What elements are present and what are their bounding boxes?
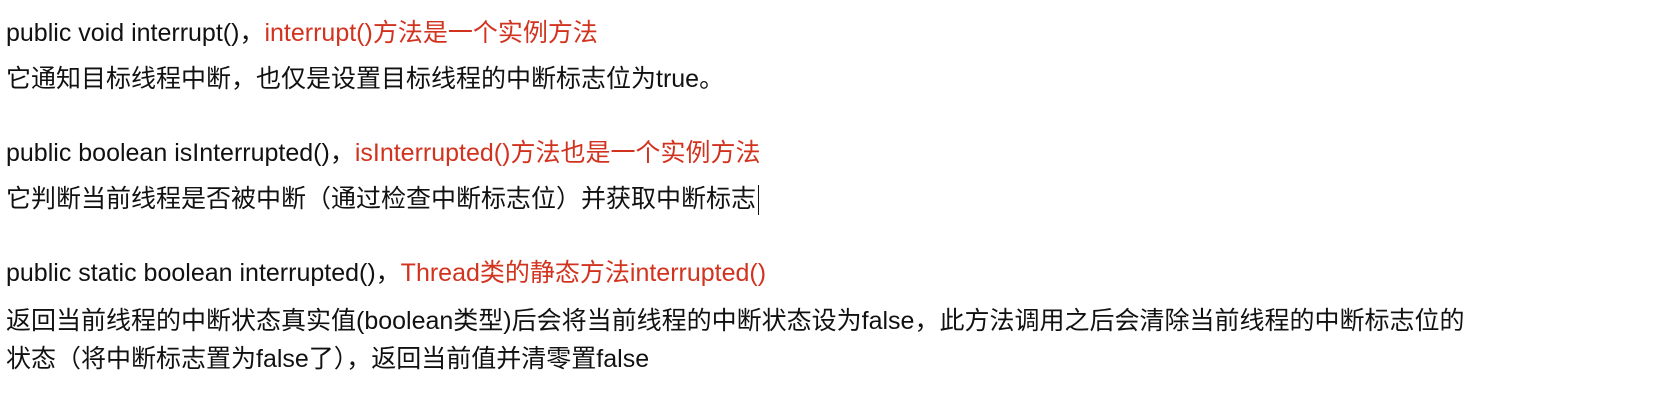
isinterrupted-description-row[interactable]: 它判断当前线程是否被中断（通过检查中断标志位）并获取中断标志 (6, 184, 760, 216)
interrupted-separator: ， (375, 259, 401, 287)
isinterrupted-heading: public boolean isInterrupted()，isInterru… (6, 138, 760, 168)
isinterrupted-note: isInterrupted()方法也是一个实例方法 (354, 139, 761, 167)
interrupt-note: interrupt()方法是一个实例方法 (264, 19, 598, 47)
interrupted-note: Thread类的静态方法interrupted() (400, 259, 767, 287)
interrupted-description-line-2: 状态（将中断标志置为false了），返回当前值并清零置false (6, 345, 650, 373)
interrupt-heading: public void interrupt()，interrupt()方法是一个… (6, 18, 598, 48)
interrupted-description-line-1: 返回当前线程的中断状态真实值(boolean类型)后会将当前线程的中断状态设为f… (6, 307, 1465, 335)
interrupt-separator: ， (239, 19, 265, 47)
interrupt-description: 它通知目标线程中断，也仅是设置目标线程的中断标志位为true。 (6, 65, 725, 93)
interrupted-signature: public static boolean interrupted() (6, 259, 376, 287)
isinterrupted-description: 它判断当前线程是否被中断（通过检查中断标志位）并获取中断标志 (6, 185, 757, 213)
isinterrupted-signature: public boolean isInterrupted() (6, 139, 330, 167)
interrupted-heading: public static boolean interrupted()，Thre… (6, 258, 766, 288)
interrupt-signature: public void interrupt() (6, 19, 240, 47)
text-cursor (758, 185, 760, 216)
isinterrupted-separator: ， (329, 139, 355, 167)
